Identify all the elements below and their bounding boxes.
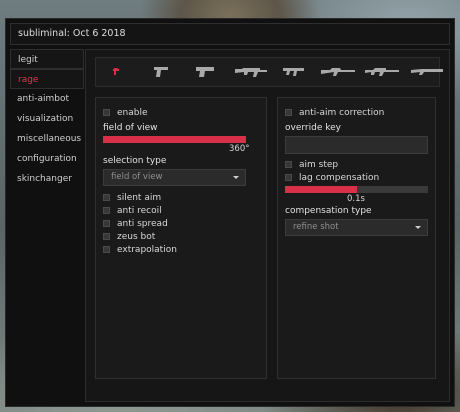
zeus-bot-checkbox[interactable] [103, 233, 110, 240]
sidebar-item-visualization[interactable]: visualization [10, 109, 84, 129]
smg-icon[interactable] [282, 64, 306, 80]
option-row-zeus-bot[interactable]: zeus bot [103, 231, 155, 243]
window-title: subliminal: Oct 6 2018 [18, 28, 126, 39]
compensation-type-dropdown[interactable]: refine shot [285, 219, 428, 236]
option-row-extrapolation[interactable]: extrapolation [103, 244, 177, 256]
compensation-type-label: compensation type [285, 206, 372, 216]
sniper-rifle-icon[interactable] [320, 64, 356, 80]
sidebar: legit rage anti-aimbot visualization mis… [10, 49, 84, 219]
enable-checkbox-row[interactable]: enable [103, 107, 148, 119]
window-titlebar[interactable]: subliminal: Oct 6 2018 [10, 23, 450, 45]
zeus-bot-label: zeus bot [117, 232, 156, 242]
knife-icon[interactable] [110, 64, 122, 80]
silent-aim-label: silent aim [117, 193, 162, 203]
heavy-pistol-icon[interactable] [194, 64, 216, 80]
fov-slider[interactable] [103, 136, 246, 143]
selection-type-value: field of view [111, 172, 163, 182]
chevron-down-icon [415, 226, 421, 229]
chevron-down-icon [233, 176, 239, 179]
sidebar-item-skinchanger[interactable]: skinchanger [10, 169, 84, 189]
sidebar-item-configuration[interactable]: configuration [10, 149, 84, 169]
content-area: enable field of view 360° selection type… [85, 49, 450, 402]
aim-step-row[interactable]: aim step [285, 159, 338, 171]
weapon-tab-bar [95, 57, 443, 87]
sidebar-item-miscellaneous[interactable]: miscellaneous [10, 129, 84, 149]
lag-value: 0.1s [347, 194, 365, 204]
correction-panel: anti-aim correction override key aim ste… [277, 97, 436, 379]
option-row-anti-recoil[interactable]: anti recoil [103, 205, 162, 217]
anti-spread-label: anti spread [117, 219, 168, 229]
override-key-input[interactable] [285, 136, 428, 154]
aim-step-label: aim step [299, 160, 339, 170]
option-row-anti-spread[interactable]: anti spread [103, 218, 168, 230]
sidebar-item-legit[interactable]: legit [10, 49, 84, 69]
option-row-silent-aim[interactable]: silent aim [103, 192, 161, 204]
lag-slider-fill [285, 186, 357, 193]
fov-label: field of view [103, 123, 158, 133]
anti-aim-correction-label: anti-aim correction [299, 108, 385, 118]
selection-type-dropdown[interactable]: field of view [103, 169, 246, 186]
anti-spread-checkbox[interactable] [103, 220, 110, 227]
auto-sniper-icon[interactable] [364, 64, 400, 80]
silent-aim-checkbox[interactable] [103, 194, 110, 201]
sidebar-item-anti-aimbot[interactable]: anti-aimbot [10, 89, 84, 109]
anti-recoil-label: anti recoil [117, 206, 162, 216]
override-key-label: override key [285, 123, 341, 133]
sidebar-item-rage[interactable]: rage [10, 69, 84, 89]
enable-checkbox[interactable] [103, 109, 110, 116]
lag-compensation-slider[interactable] [285, 186, 428, 193]
lag-compensation-label: lag compensation [299, 173, 380, 183]
compensation-type-value: refine shot [293, 222, 339, 232]
selection-type-label: selection type [103, 156, 167, 166]
lag-compensation-checkbox[interactable] [285, 174, 292, 181]
aim-step-checkbox[interactable] [285, 161, 292, 168]
cheat-menu-window: subliminal: Oct 6 2018 legit rage anti-a… [5, 18, 455, 407]
anti-recoil-checkbox[interactable] [103, 207, 110, 214]
enable-label: enable [117, 108, 148, 118]
rifle-icon[interactable] [234, 64, 268, 80]
aimbot-panel: enable field of view 360° selection type… [95, 97, 267, 379]
shotgun-icon[interactable] [410, 64, 444, 80]
extrapolation-label: extrapolation [117, 245, 177, 255]
anti-aim-correction-checkbox[interactable] [285, 109, 292, 116]
lag-compensation-row[interactable]: lag compensation [285, 172, 379, 184]
pistol-icon[interactable] [152, 64, 170, 80]
extrapolation-checkbox[interactable] [103, 246, 110, 253]
anti-aim-correction-row[interactable]: anti-aim correction [285, 107, 384, 119]
fov-value: 360° [229, 144, 250, 154]
fov-slider-fill [103, 136, 246, 143]
